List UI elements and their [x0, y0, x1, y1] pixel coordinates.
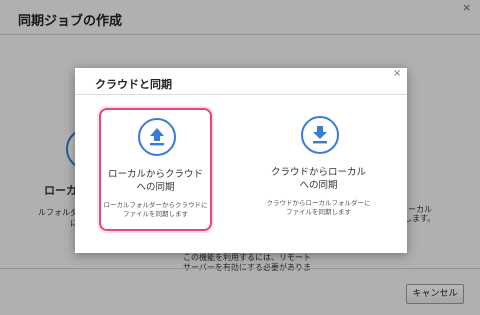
sync-with-cloud-dialog: クラウドと同期 × ローカルからクラウド への同期 ローカルフォルダーからクラウ…: [75, 68, 407, 253]
dialog-header-divider: [75, 94, 407, 95]
option-local-to-cloud-label: ローカルからクラウド: [107, 169, 203, 180]
option-cloud-to-local-desc-2: ファイルを同期します: [286, 208, 351, 216]
option-local-to-cloud-label-2: への同期: [136, 182, 175, 193]
option-local-to-cloud-desc: ローカルフォルダーからクラウドに: [103, 201, 208, 209]
option-cloud-to-local-label-2: への同期: [299, 180, 338, 191]
upload-arrow-icon: [138, 118, 176, 156]
option-local-to-cloud-desc-2: ファイルを同期します: [123, 210, 188, 218]
dialog-title: クラウドと同期: [95, 78, 172, 91]
option-cloud-to-local-label: クラウドからローカル: [270, 167, 366, 178]
option-local-to-cloud[interactable]: ローカルからクラウド への同期 ローカルフォルダーからクラウドに ファイルを同期…: [99, 108, 212, 231]
dialog-close-icon[interactable]: ×: [393, 68, 401, 79]
download-arrow-icon: [301, 116, 339, 154]
option-cloud-to-local[interactable]: クラウドからローカル への同期 クラウドからローカルフォルダーに ファイルを同期…: [264, 108, 377, 231]
option-cloud-to-local-desc: クラウドからローカルフォルダーに: [266, 199, 371, 207]
